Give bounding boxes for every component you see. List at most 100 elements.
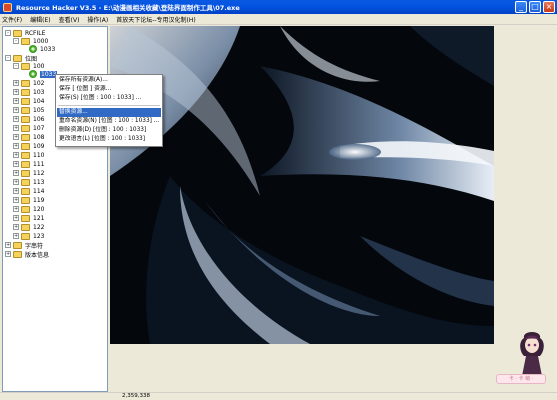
folder-icon [13, 250, 22, 258]
tree-item-label: 102 [33, 79, 45, 87]
expand-toggle[interactable]: + [13, 107, 19, 113]
status-text: 2,359,338 [122, 393, 150, 399]
folder-icon [21, 160, 30, 168]
folder-icon [21, 62, 30, 70]
expand-toggle[interactable]: + [13, 116, 19, 122]
gear-icon [29, 70, 37, 78]
tree-item-label: 108 [33, 133, 45, 141]
tree-item[interactable]: + 版本信息 [5, 250, 49, 259]
expand-toggle[interactable]: + [13, 215, 19, 221]
tree-item[interactable]: +108 [13, 133, 44, 141]
menu-edit[interactable]: 编辑(E) [30, 15, 50, 24]
folder-icon [21, 124, 30, 132]
expand-toggle[interactable]: + [13, 89, 19, 95]
expand-toggle[interactable]: + [13, 233, 19, 239]
tree-item[interactable]: - 1000 [13, 37, 48, 45]
folder-icon [21, 223, 30, 231]
context-menu-item[interactable]: 保存(S) [位图 : 100 : 1033] ... [57, 94, 161, 103]
folder-icon [21, 115, 30, 123]
tree-item[interactable]: - 位图 [5, 54, 37, 63]
expand-toggle[interactable]: + [13, 152, 19, 158]
folder-icon [21, 97, 30, 105]
tree-item[interactable]: +102 [13, 79, 44, 87]
folder-icon [21, 106, 30, 114]
expand-toggle[interactable]: + [13, 80, 19, 86]
tree-item[interactable]: + 字串符 [5, 241, 43, 250]
tree-item[interactable]: +114 [13, 187, 44, 195]
context-menu-separator [58, 105, 160, 106]
app-icon [3, 2, 12, 12]
maximize-button[interactable]: □ [529, 1, 541, 13]
tree-item[interactable]: +105 [13, 106, 44, 114]
collapse-toggle[interactable]: - [5, 55, 11, 61]
context-menu-item[interactable]: 更改语言(L) [位图 : 100 : 1033] [57, 135, 161, 144]
tree-item-label: 1033 [40, 45, 56, 53]
expand-toggle[interactable]: + [13, 170, 19, 176]
close-button[interactable]: × [543, 1, 555, 13]
folder-icon [13, 54, 22, 62]
expand-toggle[interactable]: + [5, 251, 11, 257]
expand-toggle[interactable]: + [13, 206, 19, 212]
folder-icon [21, 169, 30, 177]
tree-item[interactable]: +119 [13, 196, 44, 204]
tree-item-label: 112 [33, 169, 45, 177]
folder-icon [21, 196, 30, 204]
tree-item[interactable]: +109 [13, 142, 44, 150]
menu-action[interactable]: 操作(A) [87, 15, 108, 24]
tree-item[interactable]: 1033 [21, 45, 55, 53]
tree-item[interactable]: +120 [13, 205, 44, 213]
tree-item-label: 106 [33, 115, 45, 123]
menu-file[interactable]: 文件(F) [2, 15, 22, 24]
tree-item[interactable]: +123 [13, 232, 44, 240]
expand-toggle[interactable]: + [13, 197, 19, 203]
context-menu-item[interactable]: 删除资源(D) [位图 : 100 : 1033] [57, 126, 161, 135]
expand-toggle[interactable]: + [13, 134, 19, 140]
tree-item[interactable]: +112 [13, 169, 44, 177]
menu-bar: 文件(F) 编辑(E) 查看(V) 操作(A) 首放天下论坛--专用汉化制(H) [0, 14, 557, 25]
context-menu-item[interactable]: 保存所有资源(A)... [57, 76, 161, 85]
minimize-button[interactable]: _ [515, 1, 527, 13]
folder-icon [21, 214, 30, 222]
tree-item-label: 114 [33, 187, 45, 195]
tree-item[interactable]: +104 [13, 97, 44, 105]
tree-item[interactable]: +106 [13, 115, 44, 123]
tree-item[interactable]: - 100 [13, 62, 44, 70]
tree-item[interactable]: +111 [13, 160, 44, 168]
expand-toggle[interactable]: + [13, 224, 19, 230]
folder-icon [21, 142, 30, 150]
tree-item-label: 122 [33, 223, 45, 231]
collapse-toggle[interactable]: - [13, 38, 19, 44]
tree-item[interactable]: +113 [13, 178, 44, 186]
menu-help[interactable]: 首放天下论坛--专用汉化制(H) [116, 15, 196, 24]
tree-item-label: 100 [33, 62, 45, 70]
collapse-toggle[interactable]: - [5, 30, 11, 36]
folder-icon [21, 232, 30, 240]
tree-item[interactable]: +110 [13, 151, 44, 159]
expand-toggle[interactable]: + [5, 242, 11, 248]
tree-item-label: 105 [33, 106, 45, 114]
expand-toggle[interactable]: + [13, 143, 19, 149]
expand-toggle[interactable]: + [13, 188, 19, 194]
expand-toggle[interactable]: + [13, 161, 19, 167]
tree-item-label: 123 [33, 232, 45, 240]
tree-item[interactable]: +103 [13, 88, 44, 96]
menu-view[interactable]: 查看(V) [59, 15, 80, 24]
tree-item[interactable]: - RCFILE [5, 29, 45, 37]
tree-item-label: 110 [33, 151, 45, 159]
collapse-toggle[interactable]: - [13, 63, 19, 69]
status-bar: 2,359,338 [0, 392, 557, 400]
expand-toggle[interactable]: + [13, 98, 19, 104]
folder-icon [21, 178, 30, 186]
expand-toggle[interactable]: + [13, 179, 19, 185]
expand-toggle[interactable]: + [13, 125, 19, 131]
abstract-bitmap-image [110, 26, 494, 344]
context-menu-item[interactable]: 保存 [ 位图 ] 资源... [57, 85, 161, 94]
context-menu-item[interactable]: 替换资源... [57, 108, 161, 117]
tree-item[interactable]: 1033 [21, 70, 58, 78]
tree-item[interactable]: +122 [13, 223, 44, 231]
tree-item[interactable]: +107 [13, 124, 44, 132]
context-menu: 保存所有资源(A)... 保存 [ 位图 ] 资源... 保存(S) [位图 : 1… [55, 74, 163, 147]
tree-item[interactable]: +121 [13, 214, 44, 222]
folder-icon [21, 205, 30, 213]
context-menu-item[interactable]: 重命名资源(N) [位图 : 100 : 1033] ... [57, 117, 161, 126]
